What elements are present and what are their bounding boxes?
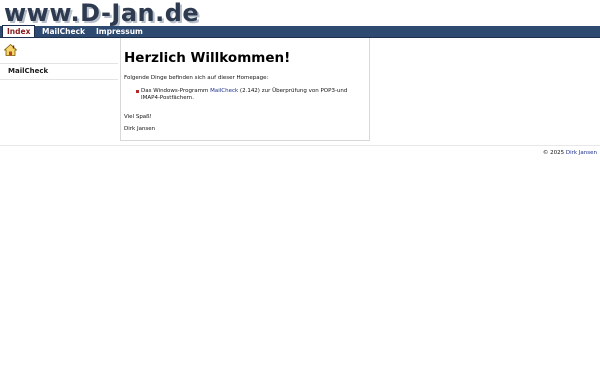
page-title: Herzlich Willkommen! [124,50,291,66]
top-navigation-bar [0,26,600,38]
mailcheck-link[interactable]: MailCheck [210,88,238,94]
tab-index[interactable]: Index [2,25,36,37]
list-bullet [136,90,139,93]
list-item-prefix: Das Windows-Programm [141,88,211,94]
tab-mailcheck[interactable]: MailCheck [38,26,89,37]
list-item: Das Windows-Programm MailCheck (2.142) z… [141,88,363,102]
copyright-text: © 2025 [542,150,566,156]
closing-text: Viel Spaß! [124,114,152,120]
sidebar-divider [0,79,118,80]
home-icon[interactable] [4,44,17,56]
footer: © 2025 Dirk Jansen [543,150,597,156]
sidebar-item-mailcheck[interactable]: MailCheck [8,67,48,75]
signature-text: Dirk Jansen [124,126,156,132]
author-link[interactable]: Dirk Jansen [566,150,597,156]
site-logo-text: www.D-Jan.de [4,0,200,27]
intro-text: Folgende Dinge befinden sich auf dieser … [124,75,269,81]
sidebar-divider [0,63,118,64]
footer-divider [0,145,600,146]
tab-impressum[interactable]: Impressum [92,26,147,37]
